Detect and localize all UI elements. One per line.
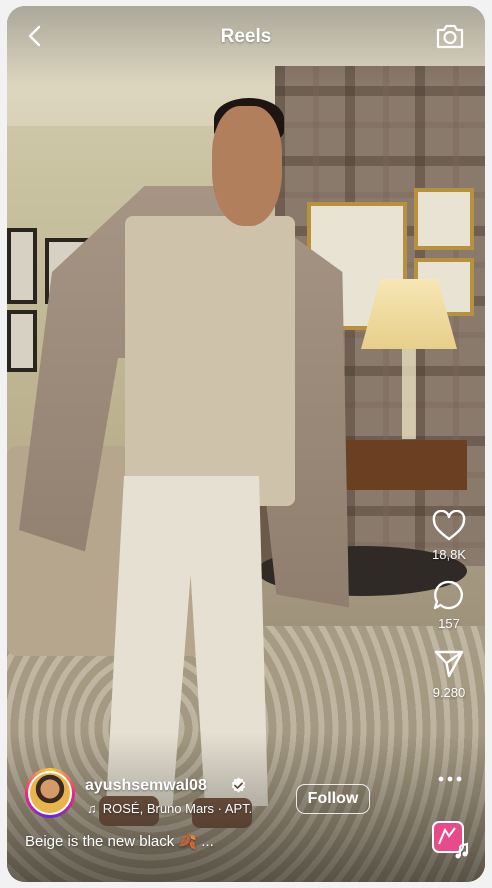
audio-thumbnail[interactable]	[431, 820, 471, 860]
lamp-base	[402, 349, 416, 439]
reels-screen: Reels 18,8K 157 9.280 ayushsemwal08 ♫ RO…	[7, 6, 485, 882]
music-note-icon: ♫	[87, 801, 97, 816]
heart-icon	[432, 510, 466, 541]
username[interactable]: ayushsemwal08	[85, 777, 207, 795]
head	[212, 106, 282, 226]
caption[interactable]: Beige is the new black 🍂 ...	[25, 832, 214, 850]
share-count: 9.280	[432, 685, 466, 700]
camera-icon[interactable]	[435, 22, 465, 50]
page-title: Reels	[220, 26, 272, 47]
top-bar: Reels	[7, 6, 485, 66]
post-info: ayushsemwal08 ♫ ROSÉ, Bruno Mars · APT. F…	[25, 768, 405, 826]
comment-icon	[433, 580, 463, 610]
suit-jacket	[125, 216, 295, 506]
comment-count: 157	[438, 616, 460, 631]
painting-small-top	[414, 188, 474, 250]
comment-button[interactable]: 157	[417, 579, 481, 631]
more-horizontal-icon[interactable]	[437, 772, 463, 786]
audio-track[interactable]: ♫ ROSÉ, Bruno Mars · APT.	[87, 801, 252, 816]
reel-video[interactable]	[7, 6, 485, 882]
follow-button[interactable]: Follow	[296, 784, 370, 814]
avatar[interactable]	[25, 768, 75, 818]
side-table	[337, 440, 467, 490]
frame-left-1	[7, 228, 37, 304]
send-icon	[434, 650, 464, 678]
verified-badge-icon	[231, 777, 246, 793]
share-button[interactable]: 9.280	[417, 648, 481, 700]
like-count: 18,8K	[432, 547, 466, 562]
audio-label: ROSÉ, Bruno Mars · APT.	[102, 801, 253, 816]
like-button[interactable]: 18,8K	[417, 510, 481, 562]
frame-left-3	[7, 310, 37, 372]
action-column: 18,8K 157 9.280	[417, 510, 481, 717]
